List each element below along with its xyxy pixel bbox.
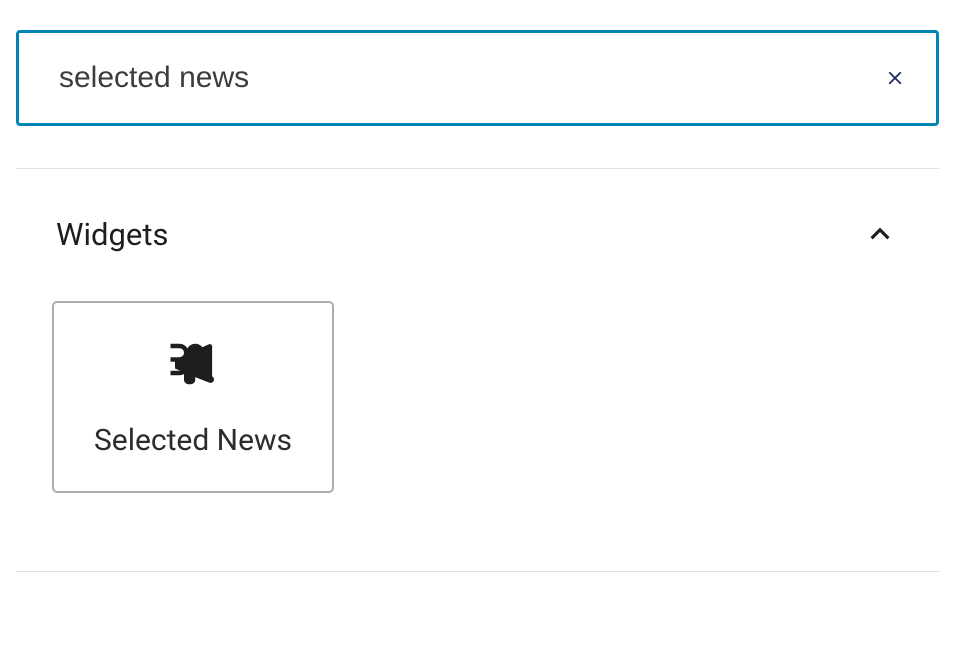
megaphone-icon — [166, 337, 220, 391]
widgets-grid: Selected News — [16, 253, 939, 493]
widget-label: Selected News — [94, 423, 292, 458]
widget-icon-wrapper — [166, 337, 220, 391]
block-inserter-panel: Widgets Selected News — [0, 0, 955, 572]
divider — [16, 571, 939, 572]
section-title: Widgets — [56, 216, 169, 253]
search-input[interactable] — [19, 33, 854, 123]
close-icon — [884, 67, 906, 89]
search-wrapper — [16, 30, 939, 126]
chevron-up-icon — [861, 215, 899, 253]
widgets-section-header[interactable]: Widgets — [16, 169, 939, 253]
clear-search-button[interactable] — [854, 47, 936, 109]
widget-selected-news[interactable]: Selected News — [52, 301, 334, 493]
